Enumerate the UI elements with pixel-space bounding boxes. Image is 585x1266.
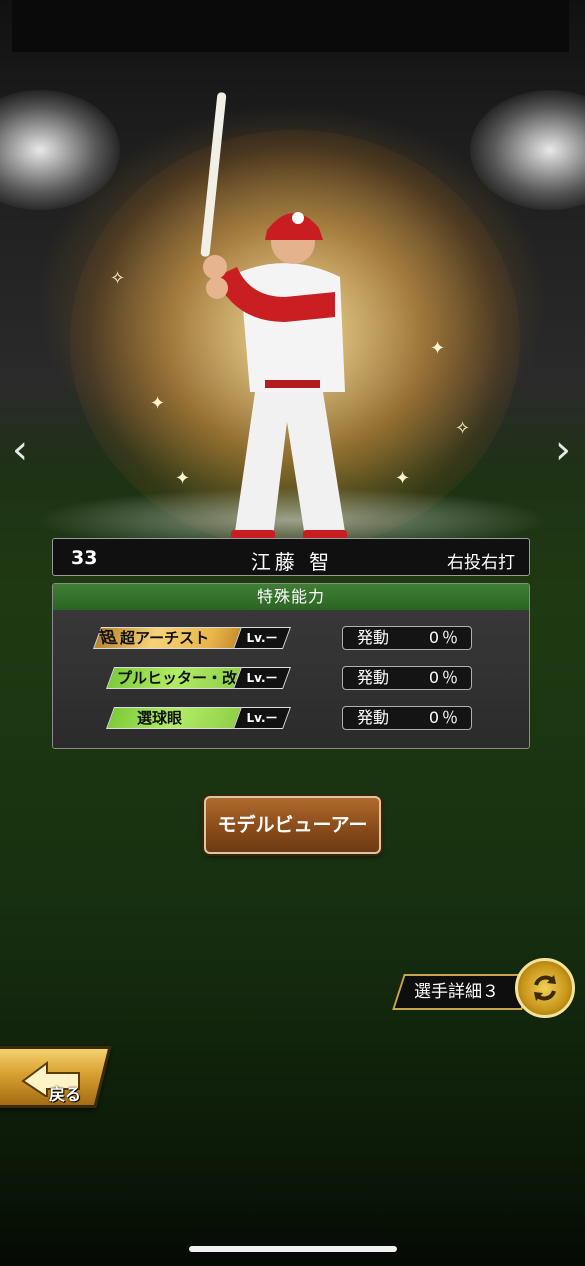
- sparkle-icon: ✦: [150, 393, 166, 414]
- ability-name: 選球眼: [137, 709, 183, 727]
- player-card-screen: ✦ ✦ ✧ ✧ ✦ ✦ ‹ › 33 江藤 智 右投右打 特殊能力 超 超アーチ…: [0, 0, 585, 1266]
- status-bar: [12, 0, 569, 52]
- player-detail-button[interactable]: 選手詳細３: [392, 974, 534, 1010]
- ability-name: 超アーチスト: [120, 629, 210, 647]
- chevron-left-icon[interactable]: ‹: [5, 428, 35, 472]
- swap-arrows-icon[interactable]: [515, 958, 575, 1018]
- super-mark: 超: [96, 628, 120, 647]
- ability-badge: プルヒッター・改: [105, 667, 245, 689]
- player-detail-label: 選手詳細３: [414, 982, 499, 1002]
- stadium-light-right: [470, 90, 585, 210]
- sparkle-icon: ✦: [175, 468, 191, 489]
- player-name-bar: 33 江藤 智 右投右打: [52, 538, 530, 576]
- activation-rate: 発動 0％: [342, 666, 472, 690]
- sparkle-icon: ✧: [110, 268, 126, 289]
- activation-value: 0％: [428, 668, 461, 687]
- abilities-header: 特殊能力: [53, 584, 529, 610]
- ability-badge: 選球眼: [105, 707, 245, 729]
- back-button[interactable]: 戻る: [0, 1046, 112, 1108]
- ability-row[interactable]: 超 超アーチスト Lv.ー 発動 0％: [53, 624, 529, 654]
- ability-row[interactable]: 選球眼 Lv.ー 発動 0％: [53, 704, 529, 734]
- ability-level: Lv.ー: [232, 667, 292, 689]
- ability-level: Lv.ー: [232, 627, 292, 649]
- sparkle-icon: ✦: [395, 468, 411, 489]
- ability-badge: 超 超アーチスト: [92, 627, 245, 649]
- back-label: 戻る: [48, 1085, 82, 1104]
- handedness: 右投右打: [447, 553, 515, 573]
- activation-label: 発動: [357, 628, 390, 647]
- activation-rate: 発動 0％: [342, 706, 472, 730]
- ability-level: Lv.ー: [232, 707, 292, 729]
- sparkle-icon: ✧: [455, 418, 471, 439]
- home-indicator[interactable]: [189, 1246, 397, 1252]
- activation-rate: 発動 0％: [342, 626, 472, 650]
- player-image: [200, 92, 347, 540]
- chevron-right-icon[interactable]: ›: [548, 428, 578, 472]
- activation-label: 発動: [357, 708, 390, 727]
- sparkle-icon: ✦: [430, 338, 446, 359]
- ability-row[interactable]: プルヒッター・改 Lv.ー 発動 0％: [53, 664, 529, 694]
- activation-value: 0％: [428, 628, 461, 647]
- special-abilities-panel: 特殊能力 超 超アーチスト Lv.ー 発動 0％ プルヒッター・改 Lv.ー 発…: [52, 583, 530, 749]
- ability-name: プルヒッター・改: [117, 669, 238, 687]
- activation-value: 0％: [428, 708, 461, 727]
- model-viewer-button[interactable]: モデルビューアー: [204, 796, 381, 854]
- stadium-light-left: [0, 90, 120, 210]
- activation-label: 発動: [357, 668, 390, 687]
